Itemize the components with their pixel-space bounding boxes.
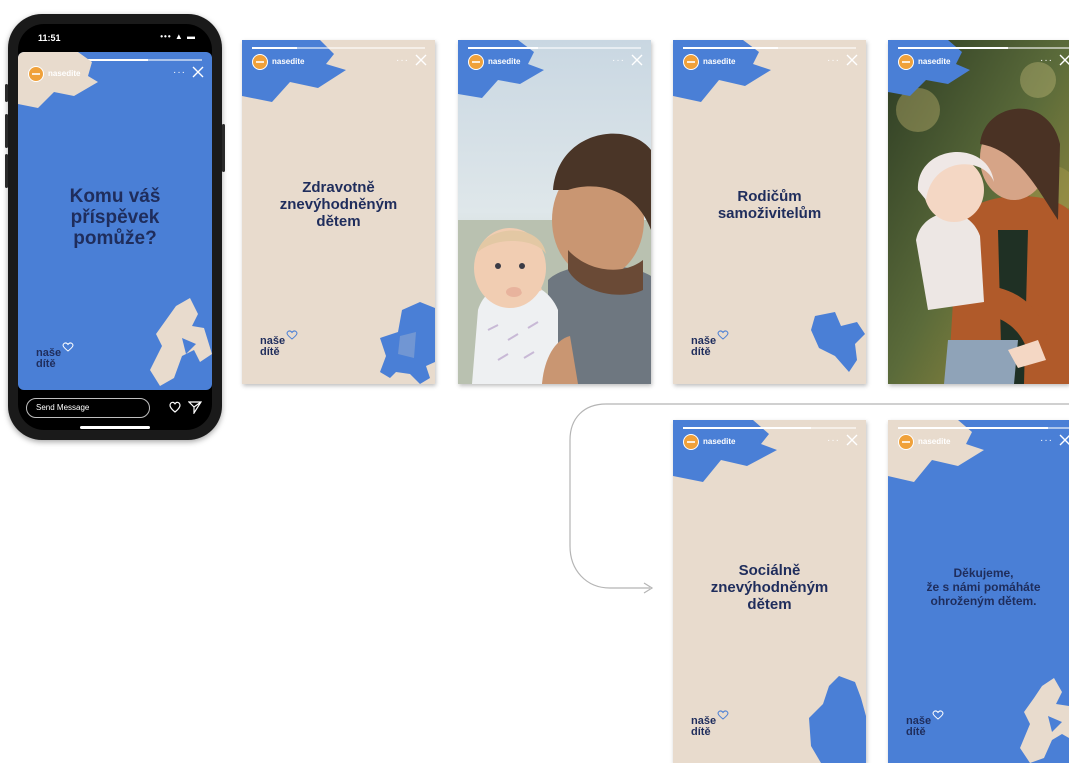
- more-icon[interactable]: ···: [827, 55, 840, 66]
- avatar[interactable]: [468, 54, 484, 70]
- close-icon[interactable]: [1059, 54, 1069, 66]
- avatar[interactable]: [898, 434, 914, 450]
- story-username[interactable]: nasedite: [272, 57, 304, 66]
- avatar[interactable]: [683, 54, 699, 70]
- power-button: [222, 124, 225, 172]
- story-card-thanks[interactable]: nasedite ··· Děkujeme, že s námi pomáhát…: [888, 420, 1069, 763]
- status-time: 11:51: [38, 33, 61, 43]
- volume-up-button: [5, 114, 8, 148]
- rocking-horse-shape: [1020, 678, 1069, 763]
- logo-heart-icon: [932, 710, 944, 720]
- story-username[interactable]: nasedite: [48, 69, 80, 78]
- story-card-social[interactable]: nasedite ··· Sociálně znevýhodněným děte…: [673, 420, 866, 763]
- story-progress: [898, 427, 1069, 429]
- heart-icon[interactable]: [168, 400, 182, 414]
- stroller-shape: [380, 302, 435, 384]
- story-headline: Komu váš příspěvek pomůže?: [69, 186, 161, 249]
- father-baby-photo: [458, 40, 651, 384]
- story-card-single-parents[interactable]: nasedite ··· Rodičům samoživitelům naše …: [673, 40, 866, 384]
- logo-heart-icon: [62, 342, 74, 352]
- story-progress: [468, 47, 641, 49]
- logo-heart-icon: [717, 330, 729, 340]
- avatar[interactable]: [898, 54, 914, 70]
- story-progress: [898, 47, 1069, 49]
- house-shape: [809, 676, 866, 763]
- close-icon[interactable]: [846, 54, 858, 66]
- send-icon[interactable]: [188, 400, 202, 414]
- story-progress: [683, 47, 856, 49]
- logo-heart-icon: [717, 710, 729, 720]
- story-username[interactable]: nasedite: [488, 57, 520, 66]
- story-progress: [252, 47, 425, 49]
- phone-screen: 11:51 ••• ▲ ▬ nasedite ··· Komu váš přís…: [18, 24, 212, 430]
- story-card-photo-father[interactable]: nasedite ···: [458, 40, 651, 384]
- brand-logo: naše dítě: [691, 710, 729, 738]
- close-icon[interactable]: [1059, 434, 1069, 446]
- story-headline: Sociálně znevýhodněným dětem: [710, 562, 829, 613]
- rocking-horse-shape: [150, 298, 212, 386]
- logo-line-2: dítě: [691, 346, 711, 358]
- more-icon[interactable]: ···: [173, 67, 186, 78]
- avatar[interactable]: [252, 54, 268, 70]
- send-message-input[interactable]: Send Message: [26, 398, 150, 418]
- brand-logo: naše dítě: [906, 710, 944, 738]
- close-icon[interactable]: [415, 54, 427, 66]
- more-icon[interactable]: ···: [1040, 435, 1053, 446]
- more-icon[interactable]: ···: [612, 55, 625, 66]
- close-icon[interactable]: [631, 54, 643, 66]
- close-icon[interactable]: [846, 434, 858, 446]
- status-icons: ••• ▲ ▬: [160, 32, 196, 41]
- phone-story[interactable]: nasedite ··· Komu váš příspěvek pomůže? …: [18, 52, 212, 390]
- corner-blob: [242, 40, 346, 102]
- phone-mockup: 11:51 ••• ▲ ▬ nasedite ··· Komu váš přís…: [5, 14, 225, 440]
- story-headline: Rodičům samoživitelům: [717, 188, 822, 222]
- story-username[interactable]: nasedite: [918, 437, 950, 446]
- story-username[interactable]: nasedite: [703, 437, 735, 446]
- brand-logo: naše dítě: [691, 330, 729, 358]
- mute-switch: [5, 84, 8, 102]
- bird-shape: [811, 312, 865, 372]
- corner-blob: [673, 40, 771, 102]
- more-icon[interactable]: ···: [1040, 55, 1053, 66]
- story-progress: [683, 427, 856, 429]
- logo-heart-icon: [286, 330, 298, 340]
- brand-logo: naše dítě: [260, 330, 298, 358]
- story-username[interactable]: nasedite: [918, 57, 950, 66]
- brand-logo: naše dítě: [36, 342, 74, 370]
- story-headline: Zdravotně znevýhodněným dětem: [279, 179, 398, 230]
- logo-line-2: dítě: [36, 358, 56, 370]
- close-icon[interactable]: [192, 66, 204, 78]
- story-username[interactable]: nasedite: [703, 57, 735, 66]
- more-icon[interactable]: ···: [396, 55, 409, 66]
- logo-line-2: dítě: [691, 726, 711, 738]
- corner-blob: [888, 420, 984, 482]
- story-headline: Děkujeme, že s námi pomáháte ohroženým d…: [926, 566, 1041, 608]
- reply-bar: Send Message: [18, 392, 212, 430]
- story-card-health[interactable]: nasedite ··· Zdravotně znevýhodněným dět…: [242, 40, 435, 384]
- more-icon[interactable]: ···: [827, 435, 840, 446]
- story-card-photo-mother[interactable]: nasedite ···: [888, 40, 1069, 384]
- logo-line-2: dítě: [260, 346, 280, 358]
- avatar[interactable]: [28, 66, 44, 82]
- corner-blob: [673, 420, 777, 482]
- volume-down-button: [5, 154, 8, 188]
- phone-notch: [80, 24, 150, 42]
- mother-child-photo: [888, 40, 1069, 384]
- logo-line-2: dítě: [906, 726, 926, 738]
- home-indicator: [80, 426, 150, 429]
- avatar[interactable]: [683, 434, 699, 450]
